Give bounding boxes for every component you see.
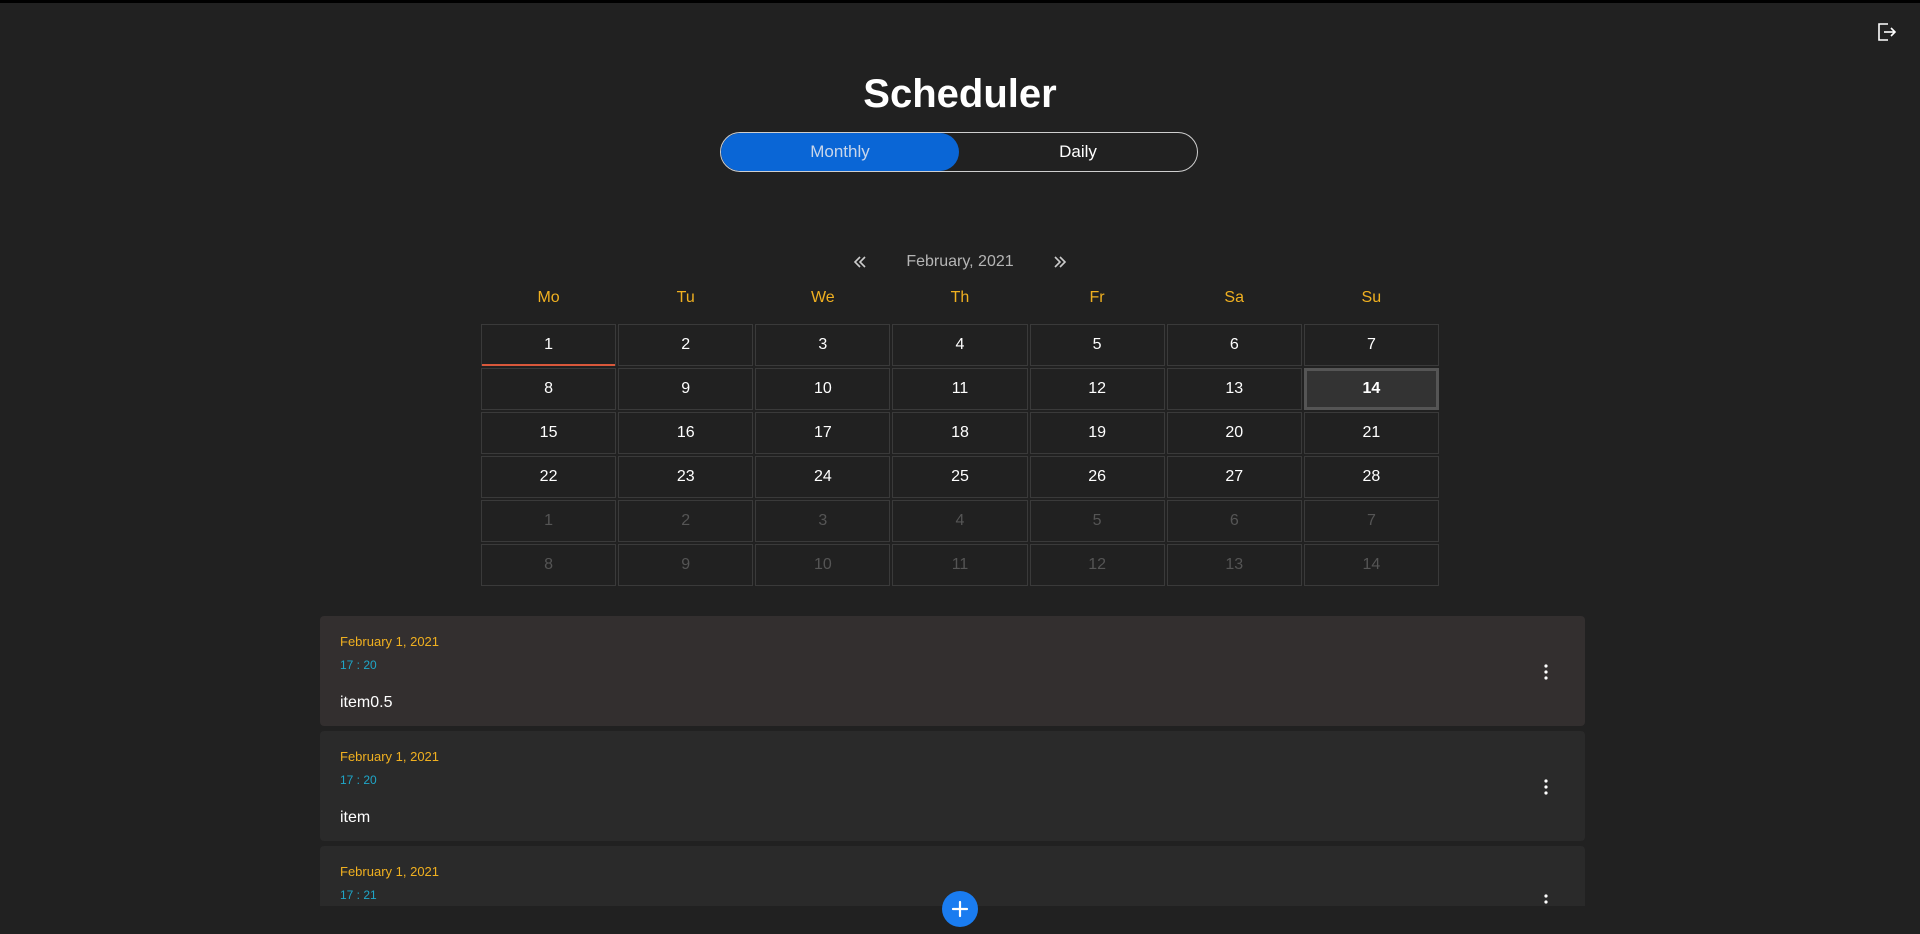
calendar-day[interactable]: 2 [618, 500, 754, 542]
page-title: Scheduler [863, 72, 1057, 116]
calendar-day[interactable]: 18 [892, 412, 1028, 454]
weekday-label: Sa [1224, 289, 1244, 306]
logout-icon[interactable] [1874, 20, 1898, 44]
calendar-day[interactable]: 3 [755, 324, 891, 366]
calendar-day[interactable]: 7 [1303, 500, 1439, 542]
calendar-day[interactable]: 6 [1166, 324, 1302, 366]
plus-icon [951, 900, 969, 918]
weekday-label: Mo [537, 289, 560, 306]
calendar-day[interactable]: 14 [1303, 368, 1439, 410]
top-border [0, 0, 1920, 3]
calendar-day[interactable]: 1 [481, 324, 617, 366]
weekday-label: We [810, 289, 835, 306]
event-time: 17 : 20 [340, 658, 377, 672]
calendar-day[interactable]: 25 [892, 456, 1028, 498]
calendar-day[interactable]: 4 [892, 500, 1028, 542]
event-time: 17 : 21 [340, 888, 377, 902]
double-chevron-left-icon[interactable] [846, 248, 874, 276]
weekday-row: Mo Tu We Th Fr Sa Su [480, 289, 1440, 307]
event-list: February 1, 2021 17 : 20 item0.5 Februar… [320, 616, 1585, 906]
calendar-day[interactable]: 5 [1029, 324, 1165, 366]
calendar-day[interactable]: 10 [755, 544, 891, 586]
calendar-day[interactable]: 27 [1166, 456, 1302, 498]
calendar-day[interactable]: 6 [1166, 500, 1302, 542]
more-vertical-icon[interactable] [1541, 778, 1551, 796]
calendar-day[interactable]: 20 [1166, 412, 1302, 454]
event-card[interactable]: February 1, 2021 17 : 20 item0.5 [320, 616, 1585, 726]
calendar-day[interactable]: 22 [481, 456, 617, 498]
calendar-day[interactable]: 19 [1029, 412, 1165, 454]
calendar-day[interactable]: 8 [481, 544, 617, 586]
calendar-day[interactable]: 9 [618, 544, 754, 586]
calendar-day[interactable]: 15 [481, 412, 617, 454]
weekday-label: Th [950, 289, 970, 306]
calendar-day[interactable]: 28 [1303, 456, 1439, 498]
calendar-day[interactable]: 21 [1303, 412, 1439, 454]
more-vertical-icon[interactable] [1541, 663, 1551, 681]
calendar-day[interactable]: 14 [1303, 544, 1439, 586]
weekday-label: Fr [1089, 289, 1105, 306]
event-card[interactable]: February 1, 2021 17 : 20 item [320, 731, 1585, 841]
weekday-label: Tu [676, 289, 695, 306]
calendar-day[interactable]: 7 [1303, 324, 1439, 366]
calendar-day[interactable]: 8 [481, 368, 617, 410]
event-name: item0.5 [340, 694, 393, 711]
calendar-day[interactable]: 3 [755, 500, 891, 542]
calendar-day[interactable]: 2 [618, 324, 754, 366]
event-date: February 1, 2021 [340, 634, 440, 649]
calendar-day[interactable]: 13 [1166, 544, 1302, 586]
calendar-day[interactable]: 17 [755, 412, 891, 454]
event-date: February 1, 2021 [340, 864, 440, 879]
calendar-day[interactable]: 11 [892, 544, 1028, 586]
calendar-day[interactable]: 9 [618, 368, 754, 410]
calendar-day[interactable]: 24 [755, 456, 891, 498]
more-vertical-icon[interactable] [1541, 893, 1551, 906]
event-date: February 1, 2021 [340, 749, 440, 764]
calendar-day[interactable]: 4 [892, 324, 1028, 366]
calendar-day[interactable]: 11 [892, 368, 1028, 410]
month-label: February, 2021 [906, 253, 1014, 270]
calendar-day[interactable]: 1 [481, 500, 617, 542]
event-time: 17 : 20 [340, 773, 377, 787]
weekday-label: Su [1361, 289, 1382, 306]
calendar-grid: 1 2 3 4 5 6 7 8 9 10 11 12 13 14 15 16 17 18 19 20 21 22 23 24 2… [480, 324, 1440, 588]
calendar-day[interactable]: 10 [755, 368, 891, 410]
calendar-day[interactable]: 16 [618, 412, 754, 454]
calendar-day[interactable]: 5 [1029, 500, 1165, 542]
calendar-day[interactable]: 12 [1029, 368, 1165, 410]
calendar-day[interactable]: 23 [618, 456, 754, 498]
add-event-button[interactable] [942, 891, 978, 927]
calendar-day[interactable]: 12 [1029, 544, 1165, 586]
calendar-day[interactable]: 26 [1029, 456, 1165, 498]
double-chevron-right-icon[interactable] [1046, 248, 1074, 276]
view-toggle: Monthly Daily [720, 132, 1198, 172]
toggle-monthly[interactable]: Monthly [721, 133, 959, 171]
event-name: item [340, 809, 371, 826]
calendar-header: February, 2021 [0, 248, 1920, 276]
toggle-daily[interactable]: Daily [959, 133, 1197, 171]
calendar-day[interactable]: 13 [1166, 368, 1302, 410]
